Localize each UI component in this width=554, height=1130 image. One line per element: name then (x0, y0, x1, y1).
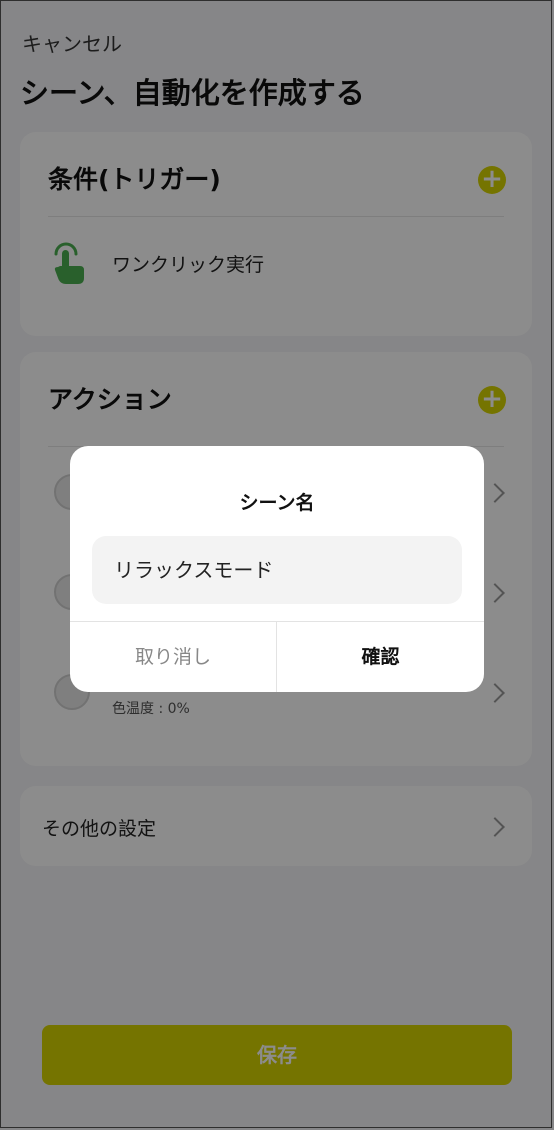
dialog-confirm-button[interactable]: 確認 (277, 622, 484, 692)
scene-name-dialog: シーン名 リラックスモード 取り消し 確認 (70, 446, 484, 692)
dialog-cancel-button[interactable]: 取り消し (70, 622, 276, 692)
scene-name-input[interactable]: リラックスモード (92, 536, 462, 604)
dialog-title: シーン名 (239, 492, 315, 514)
